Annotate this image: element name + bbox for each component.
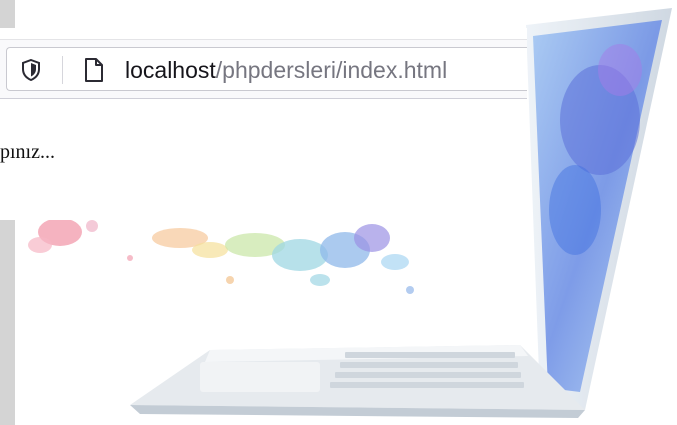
url-host: localhost — [125, 57, 216, 83]
address-bar-separator — [62, 56, 63, 84]
browser-window: localhost/phpdersleri/index.html pınız..… — [0, 28, 527, 220]
browser-toolbar: localhost/phpdersleri/index.html — [0, 39, 527, 99]
page-icon[interactable] — [84, 57, 104, 83]
paint-splash — [28, 218, 414, 294]
address-bar[interactable]: localhost/phpdersleri/index.html — [6, 47, 527, 91]
url-text[interactable]: localhost/phpdersleri/index.html — [125, 57, 447, 83]
shield-icon[interactable] — [21, 59, 41, 81]
page-content-text: pınız... — [0, 141, 55, 163]
url-path: /phpdersleri/index.html — [215, 57, 448, 83]
